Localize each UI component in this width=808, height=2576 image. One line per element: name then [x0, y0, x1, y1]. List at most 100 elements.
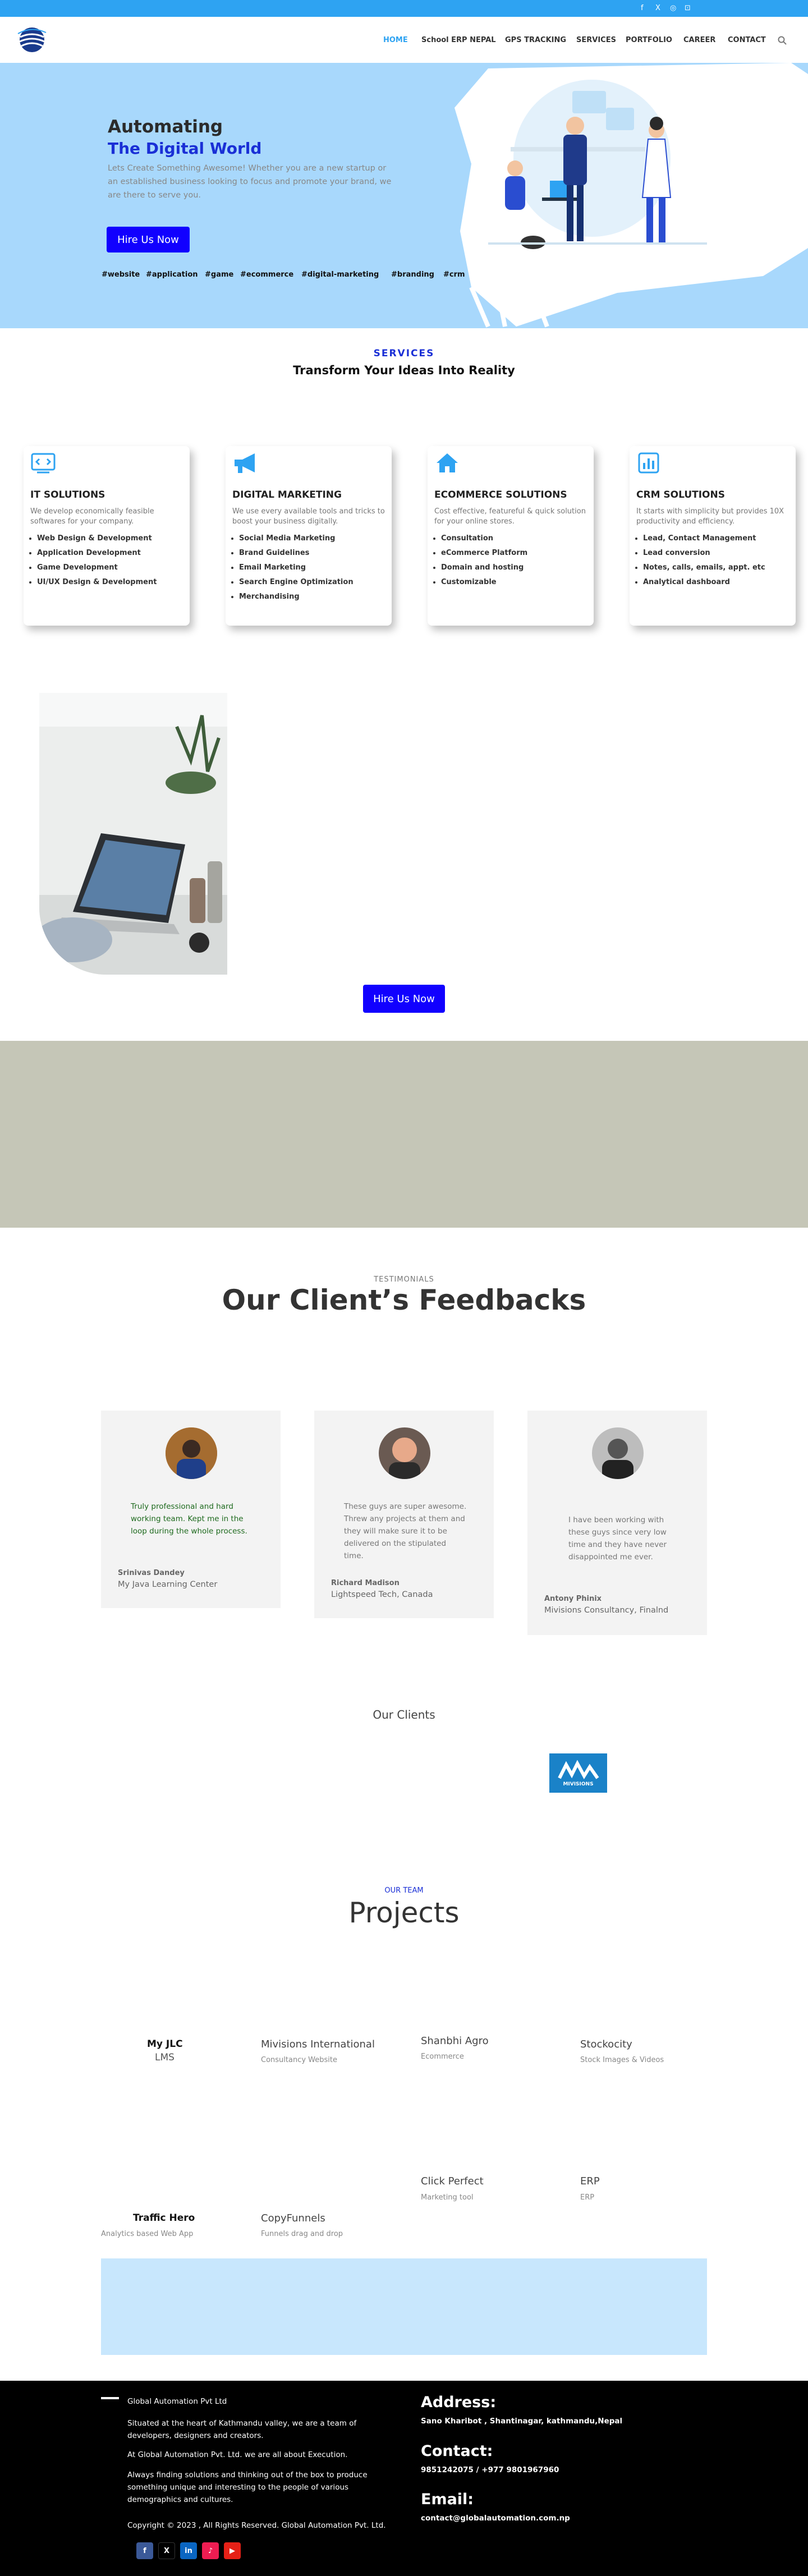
service-title: DIGITAL MARKETING: [232, 489, 342, 500]
project-title[interactable]: CopyFunnels: [261, 2212, 325, 2224]
footer-about-1: Situated at the heart of Kathmandu valle…: [127, 2419, 357, 2440]
footer-address-heading: Address:: [421, 2394, 497, 2411]
project-title[interactable]: Click Perfect: [421, 2175, 484, 2187]
project-title[interactable]: Traffic Hero: [133, 2212, 195, 2224]
services-heading: Transform Your Ideas Into Reality: [293, 364, 515, 377]
footer-address: Sano Kharibot , Shantinagar, kathmandu,N…: [421, 2417, 623, 2426]
tag-ecommerce: #ecommerce: [240, 270, 294, 279]
testimonial-card: I have been working with these guys sinc…: [527, 1411, 707, 1635]
testimonial-quote: Truly professional and hard working team…: [131, 1502, 247, 1536]
linkedin-icon[interactable]: in: [180, 2542, 197, 2559]
x-icon[interactable]: X: [158, 2542, 175, 2559]
testimonial-name: Antony Phinix: [544, 1595, 602, 1603]
testimonial-name: Richard Madison: [331, 1579, 400, 1587]
hire-us-button[interactable]: Hire Us Now: [107, 227, 190, 252]
facebook-icon[interactable]: f: [641, 4, 644, 12]
tag-branding: #branding: [391, 270, 434, 279]
project-title[interactable]: Stockocity: [580, 2038, 632, 2050]
globe-logo-icon: [17, 27, 47, 52]
avatar: [166, 1427, 217, 1479]
service-title: ECOMMERCE SOLUTIONS: [434, 489, 567, 500]
search-icon[interactable]: [778, 36, 787, 45]
facebook-icon[interactable]: f: [136, 2542, 153, 2559]
project-sub: Stock Images & Videos: [580, 2056, 664, 2064]
service-list: Web Design & Development Application Dev…: [37, 531, 186, 590]
list-item: Brand Guidelines: [239, 546, 388, 561]
project-title[interactable]: My JLC: [147, 2038, 183, 2050]
service-card-ecommerce: ECOMMERCE SOLUTIONS Cost effective, feat…: [428, 446, 594, 626]
project-sub: Marketing tool: [421, 2193, 474, 2202]
testimonial-name: Srinivas Dandey: [118, 1569, 185, 1577]
list-item: Game Development: [37, 561, 186, 575]
service-list: Consultation eCommerce Platform Domain a…: [441, 531, 590, 590]
tag-application: #application: [146, 270, 198, 279]
nav-school-erp[interactable]: School ERP NEPAL: [421, 36, 496, 44]
list-item: Merchandising: [239, 590, 388, 604]
project-sub: Consultancy Website: [261, 2056, 337, 2064]
list-item: Lead, Contact Management: [643, 531, 792, 546]
footer-email-heading: Email:: [421, 2491, 474, 2508]
project-title[interactable]: Mivisions International: [261, 2038, 375, 2050]
nav-portfolio[interactable]: PORTFOLIO: [626, 36, 672, 44]
footer-about-3: Always finding solutions and thinking ou…: [127, 2471, 368, 2504]
service-desc: It starts with simplicity but provides 1…: [636, 507, 784, 526]
nav-gps-tracking[interactable]: GPS TRACKING: [505, 36, 566, 44]
avatar: [592, 1427, 644, 1479]
footer-logo-mark: [101, 2397, 119, 2399]
project-sub: LMS: [155, 2052, 175, 2063]
footer-copyright: Copyright © 2023 , All Rights Reserved. …: [127, 2521, 386, 2530]
testimonials-heading: Our Client’s Feedbacks: [222, 1284, 586, 1316]
project-sub: Analytics based Web App: [101, 2230, 194, 2238]
youtube-icon[interactable]: ▶: [224, 2542, 241, 2559]
nav-home[interactable]: HOME: [383, 36, 408, 44]
project-title[interactable]: Shanbhi Agro: [421, 2035, 489, 2047]
list-item: UI/UX Design & Development: [37, 575, 186, 590]
nav-career[interactable]: CAREER: [683, 36, 715, 44]
list-item: Notes, calls, emails, appt. etc: [643, 561, 792, 575]
light-blue-banner: [101, 2258, 707, 2355]
project-sub: ERP: [580, 2193, 595, 2202]
nav-services[interactable]: SERVICES: [576, 36, 616, 44]
client-logo-mivisions[interactable]: MIVISIONS: [549, 1753, 607, 1793]
team-illustration: [488, 80, 707, 249]
projects-eyebrow: OUR TEAM: [384, 1886, 424, 1895]
tag-crm: #crm: [443, 270, 465, 279]
testimonial-card: Truly professional and hard working team…: [101, 1411, 281, 1608]
project-sub: Ecommerce: [421, 2052, 464, 2061]
footer-about-2: At Global Automation Pvt. Ltd. we are al…: [127, 2450, 348, 2459]
instagram-icon[interactable]: ◎: [670, 4, 676, 12]
footer-contact[interactable]: 9851242075 / +977 9801967960: [421, 2465, 559, 2474]
list-item: eCommerce Platform: [441, 546, 590, 561]
project-sub: Funnels drag and drop: [261, 2230, 343, 2238]
email-icon[interactable]: ⊡: [685, 4, 691, 12]
nav-contact[interactable]: CONTACT: [728, 36, 766, 44]
footer-company: Global Automation Pvt Ltd: [127, 2397, 227, 2406]
service-card-it: IT SOLUTIONS We develop economically fea…: [24, 446, 190, 626]
tag-digital-marketing: #digital-marketing: [301, 270, 379, 279]
hero-subtitle: The Digital World: [108, 139, 262, 158]
code-icon: [31, 453, 56, 474]
hire-us-button-2[interactable]: Hire Us Now: [363, 985, 445, 1013]
chart-icon: [638, 452, 659, 474]
footer-email[interactable]: contact@globalautomation.com.np: [421, 2514, 570, 2523]
clients-heading: Our Clients: [373, 1708, 435, 1721]
list-item: Application Development: [37, 546, 186, 561]
x-icon[interactable]: X: [655, 4, 660, 12]
services-eyebrow: SERVICES: [373, 348, 435, 359]
testimonial-card: These guys are super awesome. Threw any …: [314, 1411, 494, 1618]
service-list: Social Media Marketing Brand Guidelines …: [239, 531, 388, 604]
service-desc: We use every available tools and tricks …: [232, 507, 385, 526]
home-icon: [437, 453, 458, 472]
site-header: HOME School ERP NEPAL GPS TRACKING SERVI…: [0, 17, 808, 63]
list-item: Analytical dashboard: [643, 575, 792, 590]
list-item: Web Design & Development: [37, 531, 186, 546]
testimonial-org: Mivisions Consultancy, Finalnd: [544, 1606, 669, 1615]
logo[interactable]: [17, 25, 47, 55]
laptop-photo-illustration: [39, 693, 227, 975]
projects-heading: Projects: [348, 1897, 460, 1929]
testimonial-quote: These guys are super awesome. Threw any …: [344, 1502, 467, 1560]
service-desc: We develop economically feasible softwar…: [30, 507, 154, 526]
tiktok-icon[interactable]: ♪: [202, 2542, 219, 2559]
service-card-crm: CRM SOLUTIONS It starts with simplicity …: [630, 446, 796, 626]
project-title[interactable]: ERP: [580, 2175, 600, 2187]
